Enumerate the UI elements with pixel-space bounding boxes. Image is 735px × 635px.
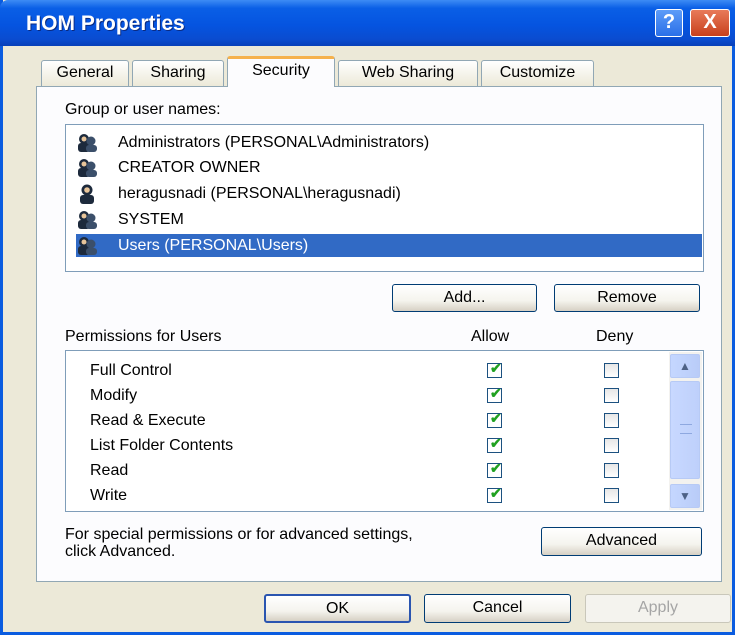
list-item-creator-owner[interactable]: CREATOR OWNER bbox=[76, 156, 702, 179]
permissions-label: Permissions for Users bbox=[65, 328, 222, 345]
tab-general[interactable]: General bbox=[41, 60, 129, 86]
deny-checkbox-full-control[interactable] bbox=[604, 363, 619, 378]
deny-checkbox-write[interactable] bbox=[604, 488, 619, 503]
allow-checkbox-list-folder[interactable]: ✔ bbox=[487, 435, 502, 453]
permission-label: Full Control bbox=[90, 362, 172, 379]
deny-checkbox-list-folder[interactable] bbox=[604, 438, 619, 453]
scroll-thumb[interactable] bbox=[670, 381, 700, 479]
checkmark-icon: ✔ bbox=[490, 435, 502, 451]
user-group-icon bbox=[78, 211, 97, 229]
tab-sharing[interactable]: Sharing bbox=[132, 60, 224, 86]
user-name: heragusnadi (PERSONAL\heragusnadi) bbox=[118, 185, 401, 202]
user-group-icon bbox=[78, 237, 97, 255]
deny-checkbox-read-execute[interactable] bbox=[604, 413, 619, 428]
help-icon: ? bbox=[662, 11, 676, 33]
chevron-up-icon: ▲ bbox=[679, 359, 691, 373]
advanced-note-line1: For special permissions or for advanced … bbox=[65, 526, 413, 543]
tab-web-sharing[interactable]: Web Sharing bbox=[338, 60, 478, 86]
window-title: HOM Properties bbox=[26, 12, 185, 35]
permission-label: Write bbox=[90, 487, 128, 504]
add-button[interactable]: Add... bbox=[392, 284, 537, 312]
user-name: CREATOR OWNER bbox=[118, 159, 261, 176]
cancel-button[interactable]: Cancel bbox=[424, 594, 571, 623]
close-button[interactable]: X bbox=[690, 9, 730, 37]
list-item-heragusnadi[interactable]: heragusnadi (PERSONAL\heragusnadi) bbox=[76, 182, 702, 205]
advanced-note-line2: click Advanced. bbox=[65, 543, 176, 560]
remove-button[interactable]: Remove bbox=[554, 284, 700, 312]
advanced-button[interactable]: Advanced bbox=[541, 527, 702, 556]
permission-label: Modify bbox=[90, 387, 138, 404]
permission-label: Read bbox=[90, 462, 129, 479]
user-icon bbox=[80, 184, 94, 204]
list-item-administrators[interactable]: Administrators (PERSONAL\Administrators) bbox=[76, 131, 702, 154]
permissions-scrollbar[interactable]: ▲ ▼ bbox=[669, 352, 702, 510]
tab-label: Security bbox=[252, 62, 310, 79]
tab-label: Customize bbox=[499, 64, 576, 81]
deny-checkbox-read[interactable] bbox=[604, 463, 619, 478]
permissions-list: Full Control Modify Read & Execute List … bbox=[65, 350, 704, 512]
allow-column-header: Allow bbox=[471, 328, 510, 345]
allow-checkbox-read-execute[interactable]: ✔ bbox=[487, 410, 502, 428]
deny-checkbox-modify[interactable] bbox=[604, 388, 619, 403]
scroll-up-button[interactable]: ▲ bbox=[670, 354, 700, 378]
title-bar[interactable]: HOM Properties ? X bbox=[0, 0, 735, 46]
tab-security[interactable]: Security bbox=[227, 56, 335, 87]
close-icon: X bbox=[703, 11, 717, 33]
user-group-icon bbox=[78, 134, 97, 152]
checkmark-icon: ✔ bbox=[490, 460, 502, 476]
scroll-down-button[interactable]: ▼ bbox=[670, 484, 700, 508]
tab-label: General bbox=[56, 64, 114, 81]
tab-label: Sharing bbox=[150, 64, 206, 81]
list-item-system[interactable]: SYSTEM bbox=[76, 208, 702, 231]
user-name: SYSTEM bbox=[118, 211, 184, 228]
list-item-users[interactable]: Users (PERSONAL\Users) bbox=[76, 234, 702, 257]
apply-button[interactable]: Apply bbox=[585, 594, 731, 623]
allow-checkbox-write[interactable]: ✔ bbox=[487, 485, 502, 503]
checkmark-icon: ✔ bbox=[490, 410, 502, 426]
user-list[interactable]: Administrators (PERSONAL\Administrators)… bbox=[65, 124, 704, 272]
ok-button[interactable]: OK bbox=[264, 594, 411, 623]
help-button[interactable]: ? bbox=[655, 9, 683, 37]
allow-checkbox-full-control[interactable]: ✔ bbox=[487, 360, 502, 378]
user-name: Users (PERSONAL\Users) bbox=[118, 237, 309, 254]
allow-checkbox-modify[interactable]: ✔ bbox=[487, 385, 502, 403]
properties-dialog: HOM Properties ? X General Sharing Secur… bbox=[0, 0, 735, 635]
user-name: Administrators (PERSONAL\Administrators) bbox=[118, 134, 430, 151]
group-users-label: Group or user names: bbox=[65, 101, 221, 118]
grip-icon bbox=[680, 424, 692, 434]
tab-label: Web Sharing bbox=[361, 64, 455, 81]
permission-label: List Folder Contents bbox=[90, 437, 234, 454]
permission-label: Read & Execute bbox=[90, 412, 206, 429]
allow-checkbox-read[interactable]: ✔ bbox=[487, 460, 502, 478]
chevron-down-icon: ▼ bbox=[679, 489, 691, 503]
checkmark-icon: ✔ bbox=[490, 385, 502, 401]
deny-column-header: Deny bbox=[596, 328, 634, 345]
tab-customize[interactable]: Customize bbox=[481, 60, 594, 86]
checkmark-icon: ✔ bbox=[490, 360, 502, 376]
checkmark-icon: ✔ bbox=[490, 485, 502, 501]
user-group-icon bbox=[78, 159, 97, 177]
